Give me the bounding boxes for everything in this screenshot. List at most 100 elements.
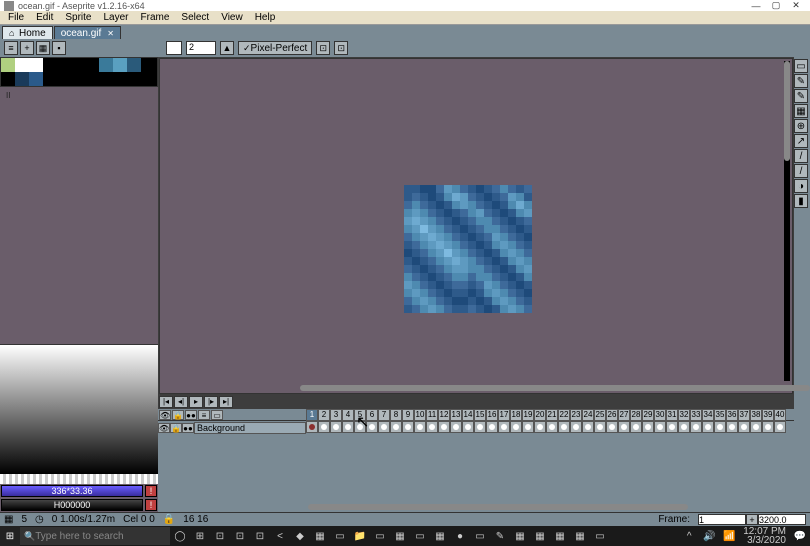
timeline-cel[interactable] bbox=[510, 421, 522, 433]
color-palette[interactable] bbox=[0, 57, 158, 87]
warn-icon[interactable]: ! bbox=[145, 499, 157, 511]
taskbar-app-18[interactable]: ▦ bbox=[530, 526, 550, 546]
taskbar-app-3[interactable]: ⊡ bbox=[230, 526, 250, 546]
frame-number[interactable]: 3 bbox=[330, 409, 342, 421]
palette-add-button[interactable]: + bbox=[20, 41, 34, 55]
close-button[interactable]: ✕ bbox=[786, 1, 806, 11]
start-button[interactable]: ⊞ bbox=[0, 526, 20, 546]
frame-number[interactable]: 2 bbox=[318, 409, 330, 421]
taskbar-app-6[interactable]: ◆ bbox=[290, 526, 310, 546]
palette-swatch[interactable] bbox=[71, 58, 85, 72]
taskbar-app-15[interactable]: ▭ bbox=[470, 526, 490, 546]
palette-view-grid-button[interactable]: ▦ bbox=[36, 41, 50, 55]
taskbar-app-14[interactable]: ● bbox=[450, 526, 470, 546]
timeline-cel[interactable] bbox=[546, 421, 558, 433]
timeline-cel[interactable] bbox=[702, 421, 714, 433]
frame-number[interactable]: 25 bbox=[594, 409, 606, 421]
symmetry-h-button[interactable]: ⊡ bbox=[316, 41, 330, 55]
palette-swatch[interactable] bbox=[1, 72, 15, 86]
palette-swatch[interactable] bbox=[99, 58, 113, 72]
taskbar-app-16[interactable]: ✎ bbox=[490, 526, 510, 546]
menu-layer[interactable]: Layer bbox=[97, 12, 134, 23]
frame-number[interactable]: 9 bbox=[402, 409, 414, 421]
taskbar-app-8[interactable]: ▭ bbox=[330, 526, 350, 546]
warn-icon[interactable]: ! bbox=[145, 485, 157, 497]
palette-swatch[interactable] bbox=[127, 58, 141, 72]
taskbar-app-2[interactable]: ⊡ bbox=[210, 526, 230, 546]
tool-6[interactable]: / bbox=[794, 149, 808, 163]
timeline-cel[interactable] bbox=[366, 421, 378, 433]
timeline-cel[interactable] bbox=[354, 421, 366, 433]
palette-swatch[interactable] bbox=[85, 72, 99, 86]
gradient-picker[interactable] bbox=[0, 344, 158, 474]
timeline-cel[interactable] bbox=[534, 421, 546, 433]
menu-edit[interactable]: Edit bbox=[30, 12, 59, 23]
layer-lock-toggle[interactable]: 🔒 bbox=[170, 423, 182, 433]
frame-number[interactable]: 36 bbox=[726, 409, 738, 421]
frame-number[interactable]: 16 bbox=[486, 409, 498, 421]
frame-number[interactable]: 35 bbox=[714, 409, 726, 421]
frame-number[interactable]: 40 bbox=[774, 409, 786, 421]
palette-swatch[interactable] bbox=[113, 72, 127, 86]
frame-number[interactable]: 26 bbox=[606, 409, 618, 421]
timeline-cel[interactable] bbox=[474, 421, 486, 433]
palette-swatch[interactable] bbox=[141, 72, 155, 86]
tool-9[interactable]: ▮ bbox=[794, 194, 808, 208]
taskbar-app-21[interactable]: ▭ bbox=[590, 526, 610, 546]
frame-input[interactable] bbox=[698, 514, 746, 525]
tray-wifi-icon[interactable]: 📶 bbox=[719, 526, 739, 546]
timeline-cel[interactable] bbox=[630, 421, 642, 433]
timeline-cel[interactable] bbox=[390, 421, 402, 433]
timeline-cel[interactable] bbox=[342, 421, 354, 433]
timeline-cel[interactable] bbox=[558, 421, 570, 433]
frame-number[interactable]: 27 bbox=[618, 409, 630, 421]
taskbar-app-20[interactable]: ▦ bbox=[570, 526, 590, 546]
palette-swatch[interactable] bbox=[127, 72, 141, 86]
vertical-scrollbar[interactable] bbox=[784, 61, 790, 381]
timeline-cel[interactable] bbox=[414, 421, 426, 433]
menu-help[interactable]: Help bbox=[249, 12, 282, 23]
tool-8[interactable]: ◑ bbox=[794, 179, 808, 193]
last-frame-button[interactable]: ▸| bbox=[219, 396, 233, 408]
timeline-cel[interactable] bbox=[654, 421, 666, 433]
frame-number[interactable]: 17 bbox=[498, 409, 510, 421]
timeline-cel[interactable] bbox=[666, 421, 678, 433]
lock-column-icon[interactable]: 🔒 bbox=[172, 410, 184, 420]
frame-number[interactable]: 14 bbox=[462, 409, 474, 421]
frame-number[interactable]: 6 bbox=[366, 409, 378, 421]
frame-number[interactable]: 29 bbox=[642, 409, 654, 421]
taskbar-search[interactable]: 🔍 Type here to search bbox=[20, 527, 170, 545]
timeline-cel[interactable] bbox=[774, 421, 786, 433]
taskbar-app-12[interactable]: ▭ bbox=[410, 526, 430, 546]
frame-number[interactable]: 38 bbox=[750, 409, 762, 421]
palette-swatch[interactable] bbox=[57, 72, 71, 86]
timeline-cel[interactable] bbox=[402, 421, 414, 433]
palette-swatch[interactable] bbox=[99, 72, 113, 86]
minimize-button[interactable]: — bbox=[746, 1, 766, 11]
taskbar-app-4[interactable]: ⊡ bbox=[250, 526, 270, 546]
zoom-input[interactable] bbox=[758, 514, 806, 525]
color-swatch[interactable] bbox=[166, 41, 182, 55]
frame-number[interactable]: 5 bbox=[354, 409, 366, 421]
frame-number[interactable]: 31 bbox=[666, 409, 678, 421]
timeline-cel[interactable] bbox=[570, 421, 582, 433]
palette-swatch[interactable] bbox=[43, 72, 57, 86]
frame-number[interactable]: 12 bbox=[438, 409, 450, 421]
document-tab[interactable]: ocean.gif✕ bbox=[54, 26, 121, 39]
menu-view[interactable]: View bbox=[215, 12, 249, 23]
menu-frame[interactable]: Frame bbox=[135, 12, 176, 23]
palette-swatch[interactable] bbox=[85, 58, 99, 72]
layer-visible-toggle[interactable]: 👁 bbox=[158, 423, 170, 433]
frame-number[interactable]: 22 bbox=[558, 409, 570, 421]
brush-size-input[interactable]: 2 bbox=[186, 41, 216, 55]
frame-number[interactable]: 37 bbox=[738, 409, 750, 421]
frame-number[interactable]: 39 bbox=[762, 409, 774, 421]
menu-select[interactable]: Select bbox=[175, 12, 215, 23]
palette-swatch[interactable] bbox=[15, 72, 29, 86]
tool-5[interactable]: ↗ bbox=[794, 134, 808, 148]
palette-swatch[interactable] bbox=[71, 72, 85, 86]
taskbar-app-5[interactable]: < bbox=[270, 526, 290, 546]
layer-options-icon[interactable]: ≡ bbox=[198, 410, 210, 420]
frame-number[interactable]: 13 bbox=[450, 409, 462, 421]
continuous-column-icon[interactable]: ●● bbox=[185, 410, 197, 420]
